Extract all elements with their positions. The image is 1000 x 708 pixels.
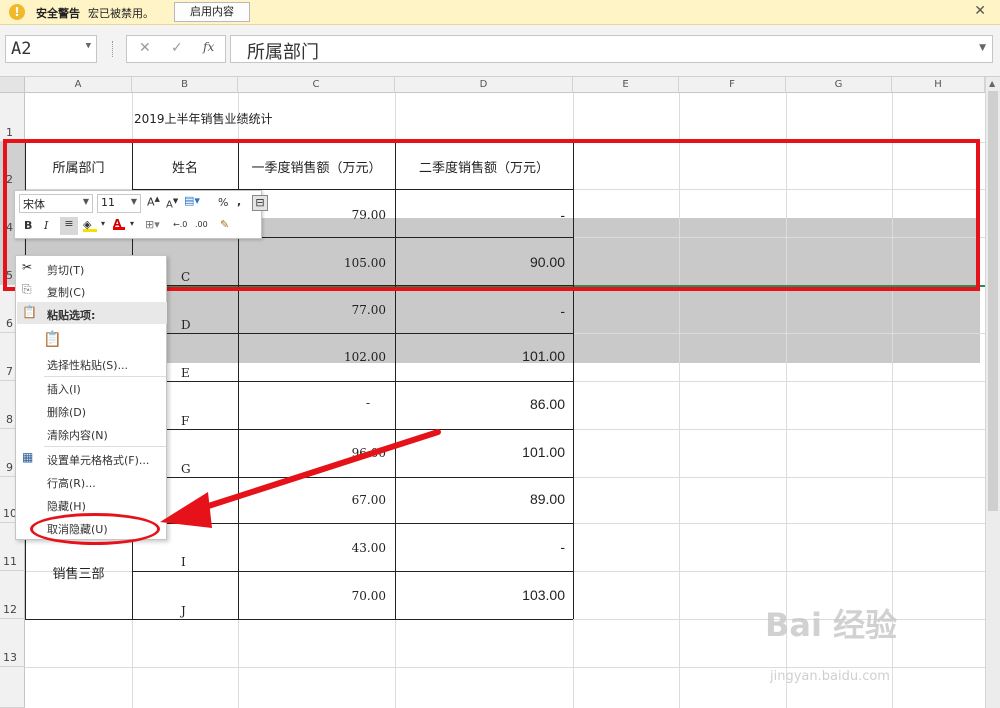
- watermark-logo: Bai 经验: [765, 606, 898, 644]
- arrow-head: [160, 492, 212, 528]
- arrow-shaft: [193, 429, 441, 513]
- watermark-url: jingyan.baidu.com: [770, 669, 890, 684]
